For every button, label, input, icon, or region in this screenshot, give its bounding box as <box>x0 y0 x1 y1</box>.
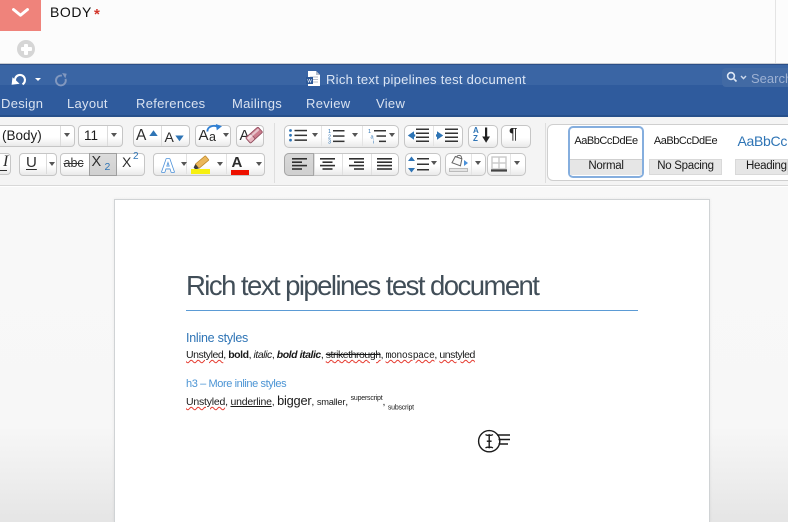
svg-text:3: 3 <box>328 139 331 143</box>
svg-text:w: w <box>306 79 312 85</box>
svg-text:A: A <box>162 156 175 175</box>
svg-text:i: i <box>373 139 374 143</box>
